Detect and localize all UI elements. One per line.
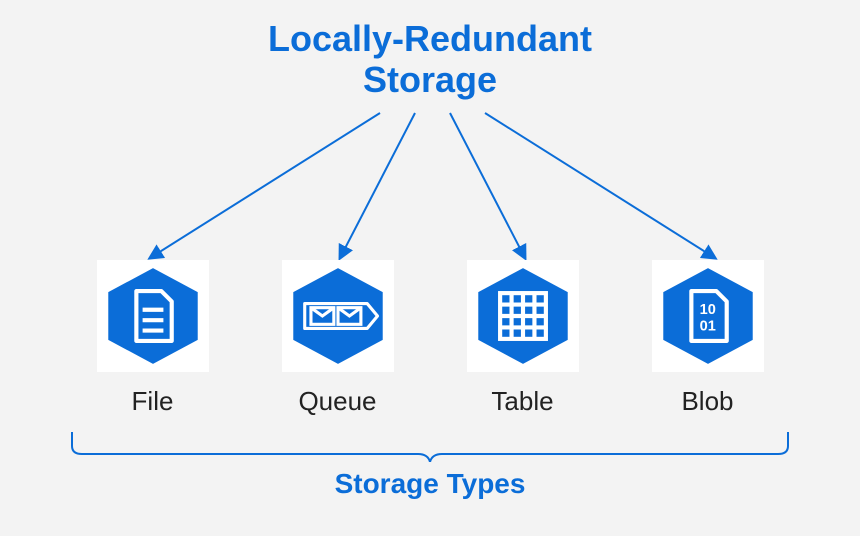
queue-hexagon-icon bbox=[286, 264, 390, 368]
diagram-title: Locally-Redundant Storage bbox=[0, 18, 860, 101]
arrows-group bbox=[0, 108, 860, 268]
arrow-blob bbox=[485, 113, 715, 258]
arrow-table bbox=[450, 113, 525, 258]
title-line-1: Locally-Redundant bbox=[268, 18, 592, 59]
blob-hexagon-icon: 10 01 bbox=[656, 264, 760, 368]
blob-label: Blob bbox=[681, 386, 733, 417]
file-tile bbox=[97, 260, 209, 372]
svg-text:10: 10 bbox=[699, 302, 715, 318]
blob-tile: 10 01 bbox=[652, 260, 764, 372]
table-hexagon-icon bbox=[471, 264, 575, 368]
table-label: Table bbox=[491, 386, 553, 417]
table-tile bbox=[467, 260, 579, 372]
item-queue: Queue bbox=[282, 260, 394, 417]
arrow-queue bbox=[340, 113, 415, 258]
item-blob: 10 01 Blob bbox=[652, 260, 764, 417]
queue-tile bbox=[282, 260, 394, 372]
queue-label: Queue bbox=[298, 386, 376, 417]
arrow-file bbox=[150, 113, 380, 258]
grouping-bracket bbox=[70, 432, 790, 462]
svg-text:01: 01 bbox=[699, 319, 715, 335]
storage-types-row: File Queue bbox=[0, 260, 860, 417]
item-table: Table bbox=[467, 260, 579, 417]
item-file: File bbox=[97, 260, 209, 417]
file-label: File bbox=[132, 386, 174, 417]
title-line-2: Storage bbox=[363, 59, 497, 100]
file-hexagon-icon bbox=[101, 264, 205, 368]
footer-label: Storage Types bbox=[0, 468, 860, 500]
